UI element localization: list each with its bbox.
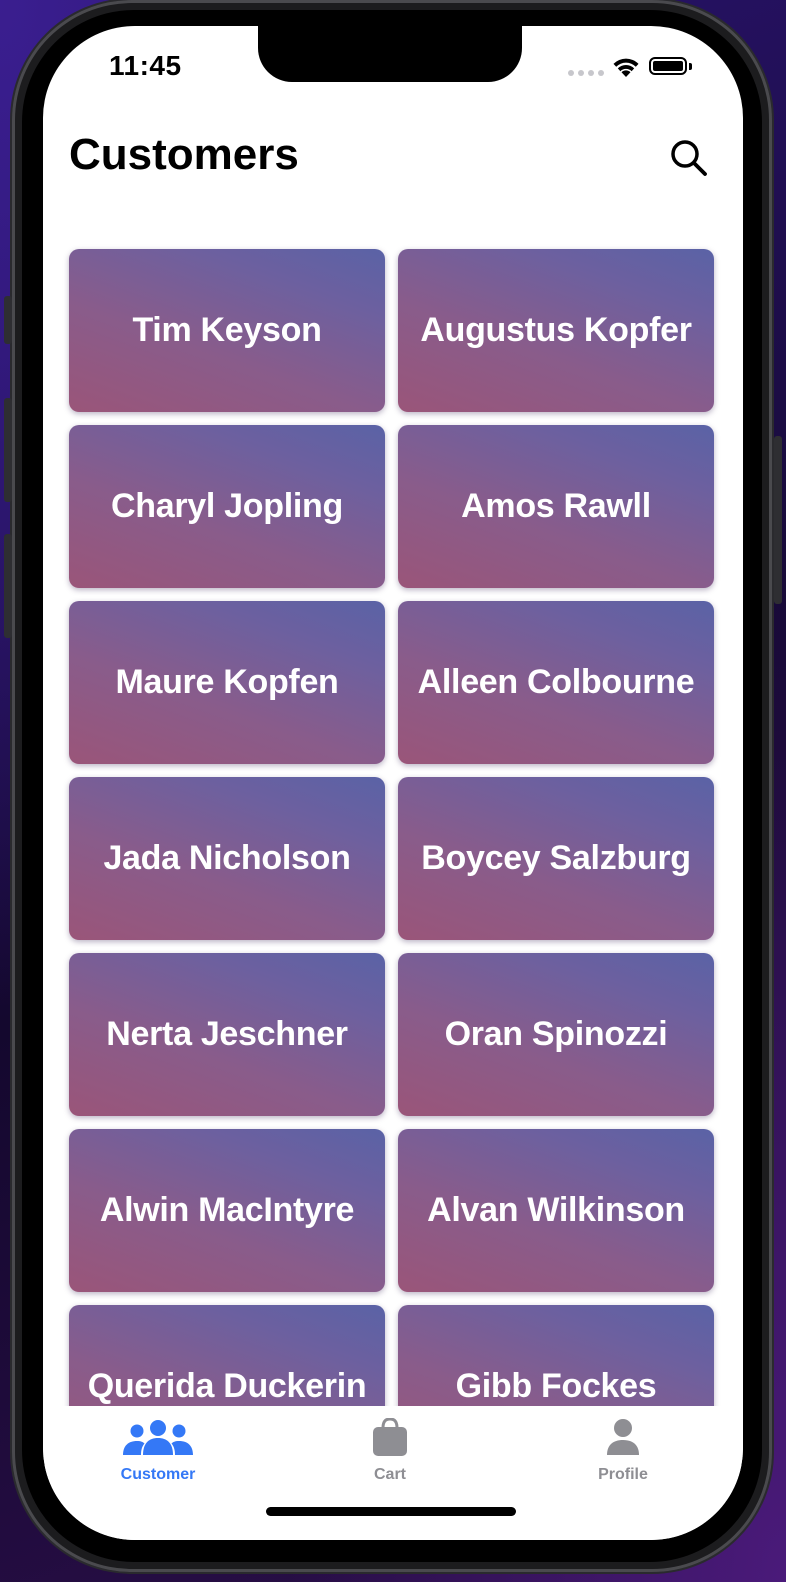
battery-tip	[689, 63, 692, 70]
customer-name: Maure Kopfen	[115, 663, 339, 701]
wifi-icon	[611, 56, 641, 83]
customer-card[interactable]: Alleen Colbourne	[398, 601, 714, 764]
person-icon	[605, 1416, 641, 1458]
customer-card[interactable]: Charyl Jopling	[69, 425, 385, 588]
tab-cart[interactable]: Cart	[310, 1416, 470, 1484]
home-indicator[interactable]	[266, 1507, 516, 1516]
status-time: 11:45	[109, 50, 182, 81]
phone-screen: 11:45 Customers Tim Keyson Augustus Kopf…	[43, 26, 743, 1540]
notch	[258, 26, 522, 82]
customer-name: Augustus Kopfer	[420, 311, 692, 349]
tab-label: Profile	[598, 1466, 648, 1483]
tab-bar: Customer Cart Profile	[43, 1406, 743, 1540]
customer-card[interactable]: Alwin MacIntyre	[69, 1129, 385, 1292]
cellular-signal-icon	[568, 70, 604, 76]
customer-name: Boycey Salzburg	[421, 839, 691, 877]
search-button[interactable]	[663, 132, 715, 184]
customer-name: Gibb Fockes	[455, 1367, 657, 1405]
page-title: Customers	[69, 130, 299, 179]
bag-icon	[372, 1416, 408, 1458]
customer-name: Charyl Jopling	[111, 487, 343, 525]
volume-up-button	[4, 398, 12, 502]
customer-name: Nerta Jeschner	[106, 1015, 348, 1053]
customer-name: Tim Keyson	[132, 311, 322, 349]
customer-grid: Tim Keyson Augustus Kopfer Charyl Joplin…	[69, 249, 714, 1468]
customer-name: Alwin MacIntyre	[99, 1191, 355, 1229]
customer-card[interactable]: Jada Nicholson	[69, 777, 385, 940]
status-bar: 11:45	[43, 26, 743, 106]
tab-profile[interactable]: Profile	[543, 1416, 703, 1484]
power-button	[774, 436, 782, 604]
customer-name: Alleen Colbourne	[417, 663, 695, 701]
customer-name: Oran Spinozzi	[444, 1015, 668, 1053]
customer-card[interactable]: Maure Kopfen	[69, 601, 385, 764]
battery-icon	[649, 57, 687, 75]
customer-name: Alvan Wilkinson	[427, 1191, 685, 1229]
customer-card[interactable]: Boycey Salzburg	[398, 777, 714, 940]
customer-card[interactable]: Augustus Kopfer	[398, 249, 714, 412]
customer-name: Jada Nicholson	[103, 839, 351, 877]
people-icon	[122, 1416, 194, 1458]
tab-customer[interactable]: Customer	[78, 1416, 238, 1484]
customer-name: Querida Duckerin	[87, 1367, 367, 1405]
volume-down-button	[4, 534, 12, 638]
tab-label: Customer	[120, 1466, 196, 1483]
customer-name: Amos Rawll	[461, 487, 651, 525]
customer-card[interactable]: Amos Rawll	[398, 425, 714, 588]
mute-switch	[4, 296, 12, 344]
tab-label: Cart	[373, 1466, 406, 1483]
search-icon	[671, 140, 707, 176]
customer-card[interactable]: Tim Keyson	[69, 249, 385, 412]
customer-card[interactable]: Oran Spinozzi	[398, 953, 714, 1116]
customer-card[interactable]: Nerta Jeschner	[69, 953, 385, 1116]
customer-card[interactable]: Alvan Wilkinson	[398, 1129, 714, 1292]
